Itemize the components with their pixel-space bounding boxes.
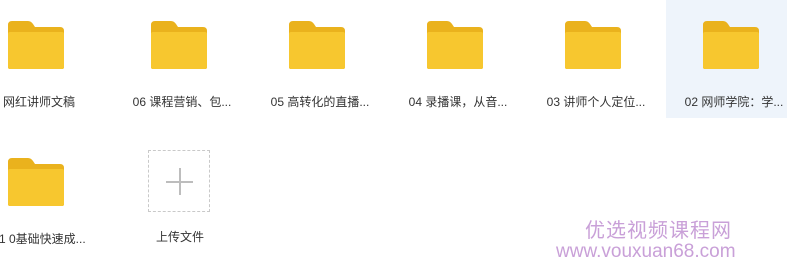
folder-label: 03 讲师个人定位... bbox=[546, 95, 646, 109]
folder-icon bbox=[8, 21, 64, 69]
folder-label: 06 课程营销、包... bbox=[132, 95, 232, 109]
folder-icon bbox=[703, 21, 759, 69]
watermark-title: 优选视频课程网 bbox=[585, 220, 732, 242]
folder-icon bbox=[289, 21, 345, 69]
folder-icon bbox=[151, 21, 207, 69]
folder-tile-2[interactable]: 05 高转化的直播... bbox=[252, 0, 388, 118]
folder-tile-3[interactable]: 04 录播课，从音... bbox=[390, 0, 526, 118]
folder-tile-6[interactable]: 01 0基础快速成... bbox=[0, 137, 107, 255]
watermark-url: www.vouxuan68.com bbox=[556, 241, 736, 260]
folder-label: 04 录播课，从音... bbox=[408, 95, 508, 109]
folder-label: 02 网师学院：学... bbox=[684, 95, 784, 109]
folder-label: 05 高转化的直播... bbox=[270, 95, 370, 109]
folder-label: 01 0基础快速成... bbox=[0, 232, 86, 246]
upload-button[interactable] bbox=[148, 150, 210, 212]
folder-tile-1[interactable]: 06 课程营销、包... bbox=[114, 0, 250, 118]
file-grid: 网红讲师文稿 06 课程营销、包... 05 高转化的直播... 04 录播课，… bbox=[0, 0, 787, 260]
folder-tile-0[interactable]: 网红讲师文稿 bbox=[0, 0, 107, 118]
folder-icon bbox=[8, 158, 64, 206]
upload-label: 上传文件 bbox=[155, 230, 204, 244]
plus-icon bbox=[179, 168, 181, 195]
folder-icon bbox=[565, 21, 621, 69]
folder-icon bbox=[427, 21, 483, 69]
folder-label: 网红讲师文稿 bbox=[2, 95, 75, 109]
folder-tile-4[interactable]: 03 讲师个人定位... bbox=[528, 0, 664, 118]
folder-tile-5[interactable]: 02 网师学院：学... bbox=[666, 0, 787, 118]
